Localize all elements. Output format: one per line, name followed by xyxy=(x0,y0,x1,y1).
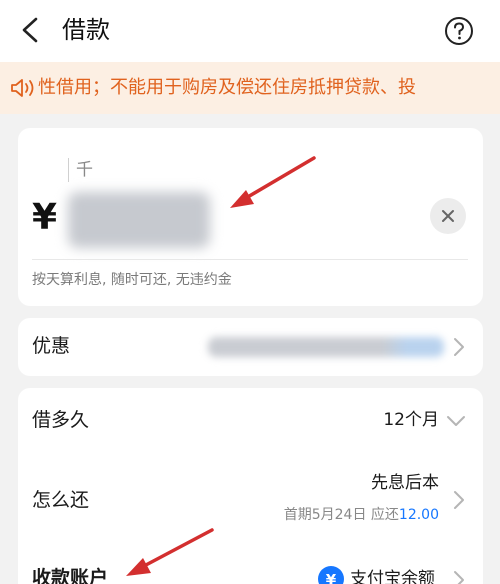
repayment-method: 先息后本 xyxy=(371,473,439,493)
first-payment-detail: 首期5月24日 应还12.00 xyxy=(284,504,439,526)
chevron-right-icon xyxy=(454,491,464,509)
chevron-down-icon xyxy=(447,416,465,426)
amount-input-redacted[interactable] xyxy=(68,192,210,248)
repayment-row[interactable]: 怎么还 先息后本 首期5月24日 应还12.00 xyxy=(18,460,483,538)
notice-text: 性借用；不能用于购房及偿还住房抵押贷款、投 xyxy=(38,77,416,98)
term-label: 借多久 xyxy=(32,409,90,431)
account-value: 支付宝余额 xyxy=(350,569,435,584)
term-row[interactable]: 借多久 12个月 xyxy=(18,388,483,454)
first-payment-amount: 12.00 xyxy=(398,507,439,523)
top-bar: 借款 xyxy=(0,0,500,62)
first-payment-text: 首期5月24日 应还 xyxy=(283,507,399,523)
discount-label: 优惠 xyxy=(32,335,71,357)
svg-text:¥: ¥ xyxy=(326,571,337,584)
notice-bar: 性借用；不能用于购房及偿还住房抵押贷款、投 xyxy=(0,62,500,114)
term-value: 12个月 xyxy=(383,410,439,430)
speaker-icon xyxy=(11,79,34,97)
page-title: 借款 xyxy=(62,16,110,44)
amount-unit-label: 千 xyxy=(76,160,93,180)
amount-card: 千 ¥ 按天算利息, 随时可还, 无违约金 xyxy=(18,128,483,306)
chevron-right-icon xyxy=(454,571,464,584)
help-icon[interactable] xyxy=(444,16,474,46)
discount-value-redacted xyxy=(208,337,444,357)
close-icon xyxy=(442,210,454,222)
interest-hint: 按天算利息, 随时可还, 无违约金 xyxy=(32,272,232,288)
loan-options-card: 借多久 12个月 怎么还 先息后本 首期5月24日 应还12.00 收款账户 ¥… xyxy=(18,388,483,584)
account-label: 收款账户 xyxy=(32,567,109,584)
back-arrow-icon[interactable] xyxy=(18,16,44,44)
clear-amount-button[interactable] xyxy=(430,198,466,234)
receiving-account-row[interactable]: 收款账户 ¥ 支付宝余额 xyxy=(18,558,483,584)
repayment-label: 怎么还 xyxy=(32,489,90,511)
input-cursor xyxy=(68,158,69,182)
divider xyxy=(32,259,468,260)
alipay-icon: ¥ xyxy=(318,566,344,584)
currency-symbol: ¥ xyxy=(32,197,58,238)
chevron-right-icon xyxy=(454,338,464,356)
yuan-icon: ¥ xyxy=(326,571,337,584)
discount-row[interactable]: 优惠 xyxy=(18,318,483,376)
